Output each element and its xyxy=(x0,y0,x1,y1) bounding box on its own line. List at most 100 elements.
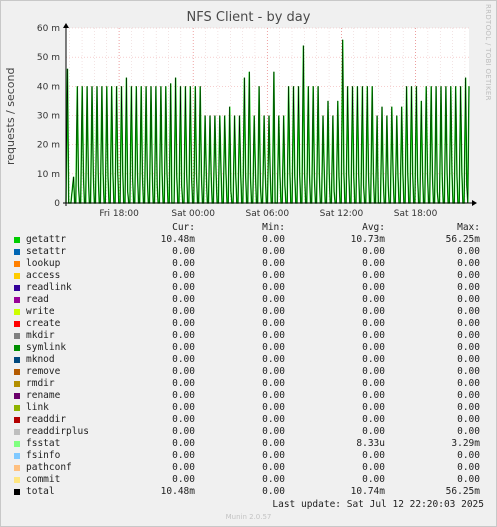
x-tick-label: Sat 06:00 xyxy=(246,209,290,219)
legend-avg: 0.00 xyxy=(362,390,385,401)
legend-swatch xyxy=(14,357,20,363)
legend-cur: 0.00 xyxy=(172,246,195,257)
legend-avg: 0.00 xyxy=(362,426,385,437)
legend-swatch xyxy=(14,393,20,399)
legend-name: remove xyxy=(26,366,61,377)
legend-row-rename: rename 0.00 0.00 0.00 0.00 xyxy=(0,390,497,402)
legend-max: 0.00 xyxy=(457,402,480,413)
legend-swatch xyxy=(14,285,20,291)
last-update: Last update: Sat Jul 12 22:20:03 2025 xyxy=(272,499,484,510)
legend-row-fsstat: fsstat 0.00 0.00 8.33u 3.29m xyxy=(0,438,497,450)
y-tick-label: 0 xyxy=(54,199,60,209)
legend-swatch xyxy=(14,321,20,327)
y-tick-label: 50 m xyxy=(37,53,60,63)
legend-cur: 0.00 xyxy=(172,294,195,305)
legend-swatch xyxy=(14,489,20,495)
legend-avg: 0.00 xyxy=(362,450,385,461)
legend-swatch xyxy=(14,417,20,423)
legend-avg: 0.00 xyxy=(362,318,385,329)
legend-name: read xyxy=(26,294,49,305)
legend-name: fsinfo xyxy=(26,450,61,461)
legend-name: total xyxy=(26,486,55,497)
x-tick-label: Sat 18:00 xyxy=(394,209,438,219)
legend-avg: 0.00 xyxy=(362,402,385,413)
legend-name: pathconf xyxy=(26,462,72,473)
legend-min: 0.00 xyxy=(262,282,285,293)
y-tick-label: 20 m xyxy=(37,141,60,151)
legend-row-fsinfo: fsinfo 0.00 0.00 0.00 0.00 xyxy=(0,450,497,462)
legend-header-row: Cur: Min: Avg: Max: xyxy=(0,222,497,234)
legend-swatch xyxy=(14,429,20,435)
legend-max: 0.00 xyxy=(457,294,480,305)
legend-min: 0.00 xyxy=(262,438,285,449)
legend-cur: 0.00 xyxy=(172,342,195,353)
legend-max: 0.00 xyxy=(457,378,480,389)
legend-avg: 0.00 xyxy=(362,378,385,389)
legend-swatch xyxy=(14,345,20,351)
legend-min: 0.00 xyxy=(262,378,285,389)
legend-row-commit: commit 0.00 0.00 0.00 0.00 xyxy=(0,474,497,486)
legend-max: 0.00 xyxy=(457,414,480,425)
legend-swatch xyxy=(14,297,20,303)
legend-max: 0.00 xyxy=(457,246,480,257)
x-tick-label: Sat 00:00 xyxy=(171,209,215,219)
legend-avg: 0.00 xyxy=(362,414,385,425)
y-tick-label: 30 m xyxy=(37,112,60,122)
legend-name: symlink xyxy=(26,342,67,353)
legend-avg: 8.33u xyxy=(356,438,385,449)
legend-min: 0.00 xyxy=(262,330,285,341)
legend-max: 3.29m xyxy=(451,438,480,449)
legend-cur: 0.00 xyxy=(172,438,195,449)
legend-header-avg: Avg: xyxy=(362,222,385,233)
legend-min: 0.00 xyxy=(262,402,285,413)
legend-name: create xyxy=(26,318,61,329)
legend-avg: 10.73m xyxy=(350,234,385,245)
x-tick-labels: Fri 18:00 Sat 00:00 Sat 06:00 Sat 12:00 Sat … xyxy=(99,209,437,219)
legend-avg: 0.00 xyxy=(362,342,385,353)
legend-name: rename xyxy=(26,390,61,401)
legend-swatch xyxy=(14,381,20,387)
legend-cur: 0.00 xyxy=(172,282,195,293)
legend-swatch xyxy=(14,441,20,447)
legend-swatch xyxy=(14,369,20,375)
legend-max: 0.00 xyxy=(457,258,480,269)
legend-avg: 0.00 xyxy=(362,282,385,293)
legend-min: 0.00 xyxy=(262,426,285,437)
legend-header-max: Max: xyxy=(457,222,480,233)
legend-avg: 0.00 xyxy=(362,366,385,377)
legend-cur: 0.00 xyxy=(172,354,195,365)
legend-swatch xyxy=(14,405,20,411)
legend-min: 0.00 xyxy=(262,318,285,329)
legend-row-lookup: lookup 0.00 0.00 0.00 0.00 xyxy=(0,258,497,270)
legend-swatch xyxy=(14,465,20,471)
legend-max: 0.00 xyxy=(457,450,480,461)
x-tick-label: Sat 12:00 xyxy=(320,209,364,219)
legend-swatch xyxy=(14,249,20,255)
legend-avg: 0.00 xyxy=(362,246,385,257)
legend-min: 0.00 xyxy=(262,450,285,461)
legend-cur: 0.00 xyxy=(172,402,195,413)
legend-header-min: Min: xyxy=(262,222,285,233)
legend-cur: 0.00 xyxy=(172,426,195,437)
legend-avg: 0.00 xyxy=(362,258,385,269)
legend-max: 0.00 xyxy=(457,426,480,437)
legend-min: 0.00 xyxy=(262,270,285,281)
legend-name: lookup xyxy=(26,258,61,269)
legend-max: 0.00 xyxy=(457,390,480,401)
legend-name: link xyxy=(26,402,49,413)
legend-name: write xyxy=(26,306,55,317)
legend-min: 0.00 xyxy=(262,234,285,245)
legend-cur: 0.00 xyxy=(172,330,195,341)
legend-cur: 0.00 xyxy=(172,450,195,461)
legend-row-rmdir: rmdir 0.00 0.00 0.00 0.00 xyxy=(0,378,497,390)
legend-max: 0.00 xyxy=(457,270,480,281)
legend-max: 0.00 xyxy=(457,366,480,377)
legend-cur: 0.00 xyxy=(172,270,195,281)
legend-swatch xyxy=(14,237,20,243)
legend-avg: 0.00 xyxy=(362,306,385,317)
legend-row-readdir: readdir 0.00 0.00 0.00 0.00 xyxy=(0,414,497,426)
legend-row-mkdir: mkdir 0.00 0.00 0.00 0.00 xyxy=(0,330,497,342)
y-tick-label: 10 m xyxy=(37,170,60,180)
legend-row-link: link 0.00 0.00 0.00 0.00 xyxy=(0,402,497,414)
legend-swatch xyxy=(14,453,20,459)
